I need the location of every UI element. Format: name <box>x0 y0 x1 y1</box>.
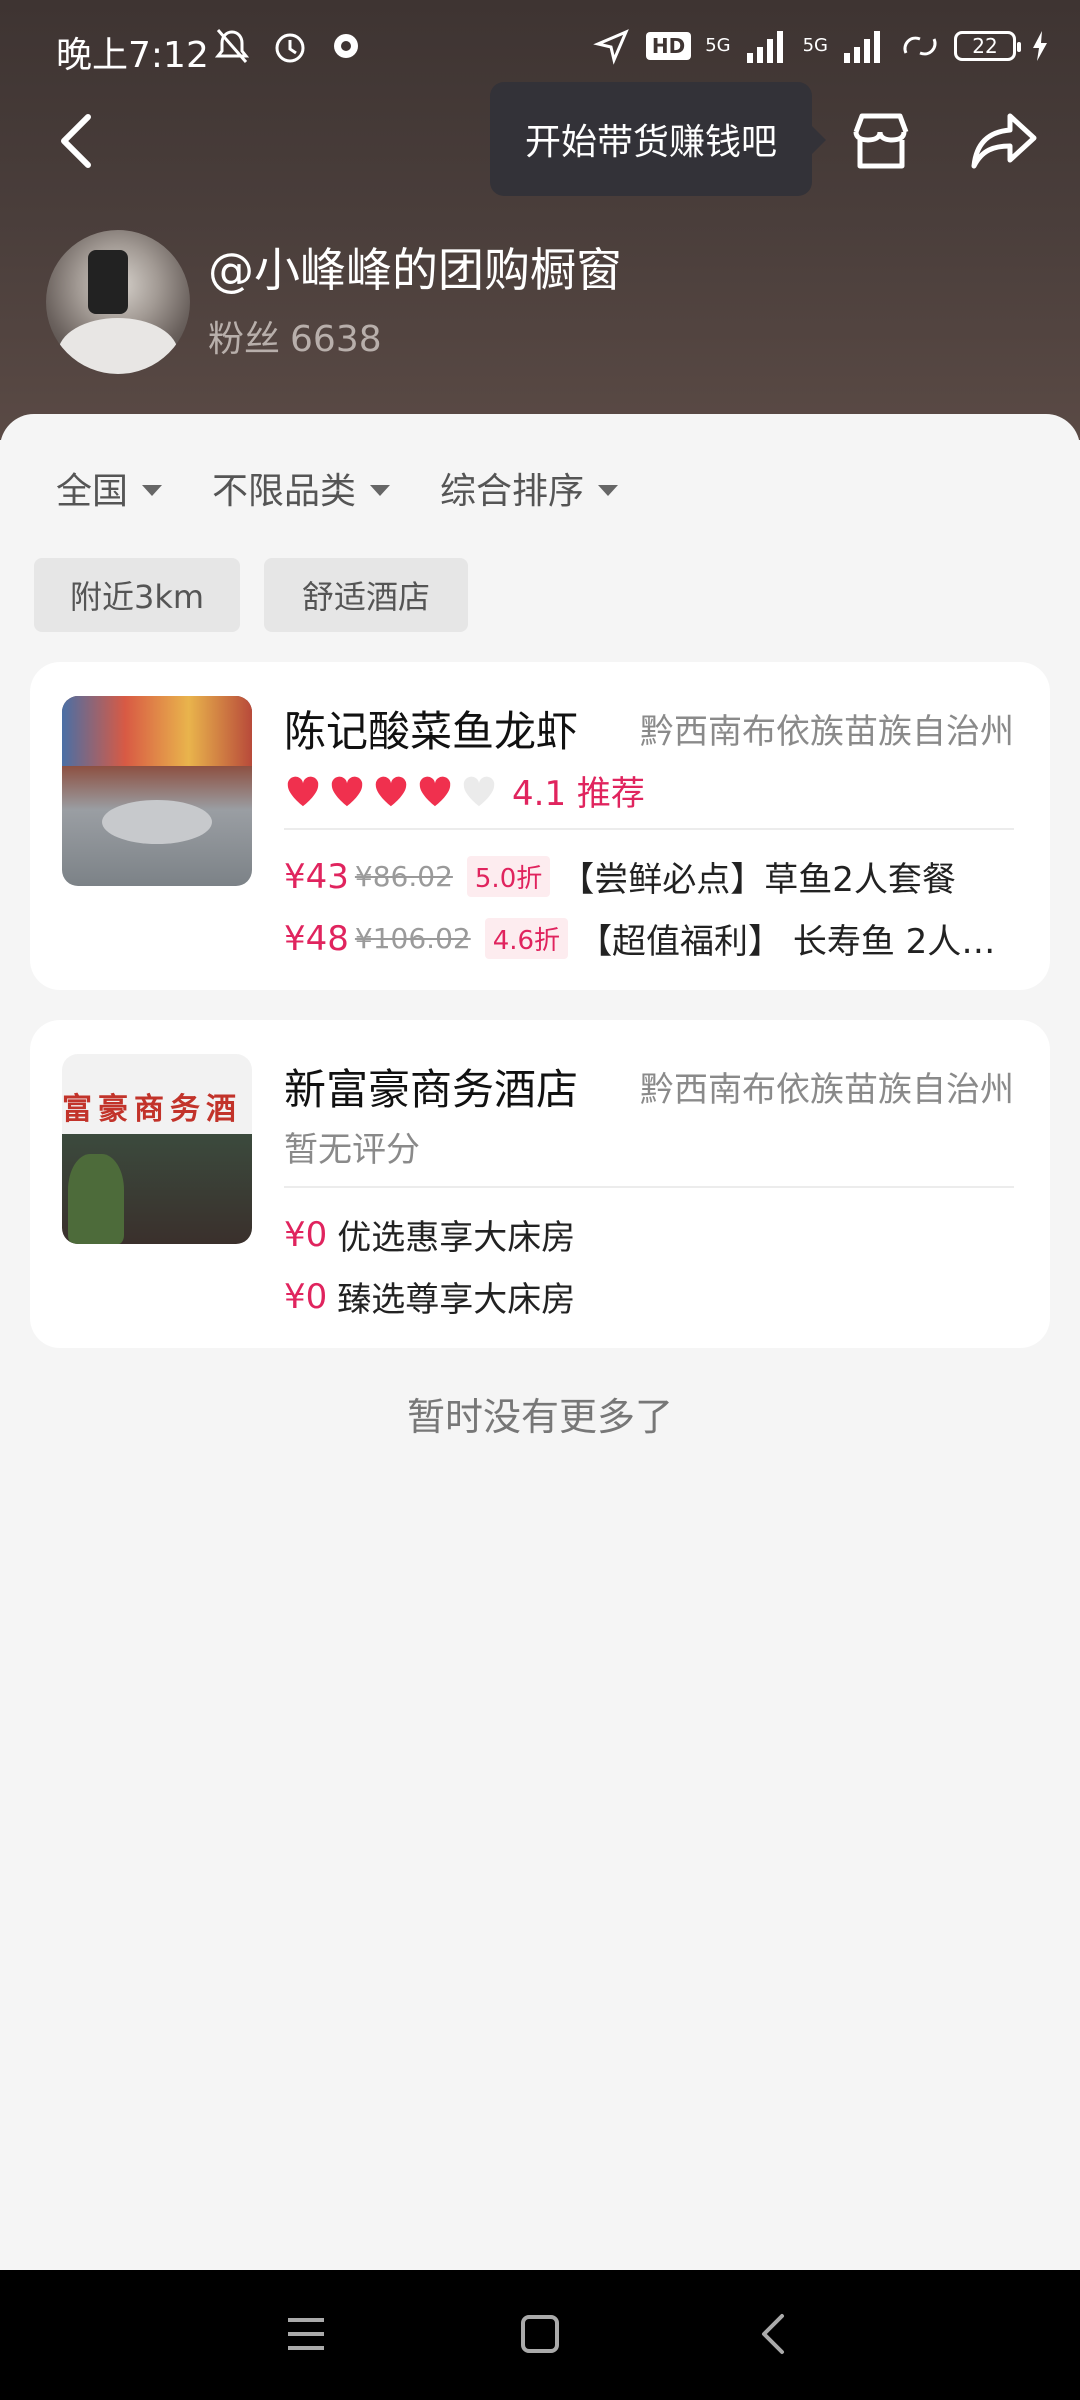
deal-discount-badge: 5.0折 <box>466 856 551 897</box>
deal-title: 臻选尊享大床房 <box>337 1280 576 1320</box>
shop-region: 黔西南布依族苗族自治州 <box>640 712 1014 752</box>
deal-price: ¥0 <box>284 1276 328 1317</box>
heart-empty-icon <box>463 776 495 806</box>
share-icon[interactable] <box>970 110 1040 172</box>
tooltip-text: 开始带货赚钱吧 <box>524 122 777 163</box>
charging-icon <box>1033 31 1047 61</box>
deal-price: ¥0 <box>284 1214 328 1255</box>
system-nav-bar <box>0 2270 1080 2400</box>
deal-original-price: ¥86.02 <box>354 860 453 893</box>
signal-5g-label-2: 5G <box>802 35 828 56</box>
fans-label: 粉丝 <box>208 319 281 360</box>
shop-image[interactable] <box>62 696 252 886</box>
hd-icon: HD <box>645 32 692 60</box>
card-divider <box>284 1186 1014 1188</box>
sort-filter-label: 综合排序 <box>440 471 585 512</box>
filter-row: 全国 不限品类 综合排序 <box>56 462 619 514</box>
deal-row[interactable]: ¥0 优选惠享大床房 <box>284 1210 1014 1259</box>
store-icon[interactable] <box>848 108 914 174</box>
category-filter-label: 不限品类 <box>212 471 357 512</box>
settings-icon <box>334 34 358 58</box>
deal-title: 【尝鲜必点】草鱼2人套餐 <box>560 860 956 900</box>
heart-filled-icon <box>331 776 363 806</box>
signal-5g-label: 5G <box>705 35 731 56</box>
profile-header: 晚上7:12 HD 5G 5G 22 开始带货赚钱吧 @小峰峰的团购橱窗 粉丝 6… <box>0 0 1080 440</box>
deal-price: ¥43 <box>284 856 349 897</box>
deal-row[interactable]: ¥43 ¥86.02 5.0折 【尝鲜必点】草鱼2人套餐 <box>284 852 1014 901</box>
deal-price: ¥48 <box>284 918 349 959</box>
heart-filled-icon <box>419 776 451 806</box>
link-icon <box>903 36 937 56</box>
mute-icon <box>214 29 250 63</box>
region-filter-label: 全国 <box>56 471 129 512</box>
shop-image-sign: 富豪商务酒 <box>62 1092 242 1127</box>
deal-discount-badge: 4.6折 <box>484 918 569 959</box>
fans-number: 6638 <box>290 319 382 360</box>
end-of-list-text: 暂时没有更多了 <box>406 1395 673 1439</box>
shop-card[interactable]: 陈记酸菜鱼龙虾 黔西南布依族苗族自治州 4.1 推荐 ¥43 ¥86.02 5.… <box>30 662 1050 990</box>
shop-region: 黔西南布依族苗族自治州 <box>640 1070 1014 1110</box>
status-time: 晚上7:12 <box>56 35 209 76</box>
rating-row: 4.1 推荐 <box>284 766 645 815</box>
home-icon[interactable] <box>510 2304 570 2364</box>
chip-hotel[interactable]: 舒适酒店 <box>264 558 468 632</box>
deal-title: 【超值福利】 长寿鱼 2人套餐 <box>578 922 1014 962</box>
no-rating-text: 暂无评分 <box>284 1130 420 1170</box>
menu-icon[interactable] <box>276 2304 336 2364</box>
chip-nearby[interactable]: 附近3km <box>34 558 240 632</box>
alarm-icon <box>275 33 305 63</box>
category-filter[interactable]: 不限品类 <box>212 462 391 514</box>
fans-count: 粉丝 6638 <box>208 310 382 362</box>
deal-original-price: ¥106.02 <box>354 922 471 955</box>
shop-name: 新富豪商务酒店 <box>284 1065 579 1114</box>
earn-money-tooltip[interactable]: 开始带货赚钱吧 <box>490 82 826 196</box>
dropdown-arrow-icon <box>598 484 619 496</box>
deal-title: 优选惠享大床房 <box>337 1218 576 1258</box>
back-nav-icon[interactable] <box>744 2304 804 2364</box>
card-divider <box>284 828 1014 830</box>
location-icon <box>593 29 629 65</box>
heart-filled-icon <box>287 776 319 806</box>
battery-icon: 22 <box>954 31 1021 61</box>
dropdown-arrow-icon <box>142 484 163 496</box>
shop-name: 陈记酸菜鱼龙虾 <box>284 707 579 756</box>
shop-card[interactable]: 富豪商务酒 新富豪商务酒店 黔西南布依族苗族自治州 暂无评分 ¥0 优选惠享大床… <box>30 1020 1050 1348</box>
deal-row[interactable]: ¥48 ¥106.02 4.6折 【超值福利】 长寿鱼 2人套餐 <box>284 914 1014 963</box>
avatar[interactable] <box>46 230 190 374</box>
rating-text: 4.1 推荐 <box>512 774 645 814</box>
sort-filter[interactable]: 综合排序 <box>440 462 619 514</box>
shop-image[interactable]: 富豪商务酒 <box>62 1054 252 1244</box>
signal-icon-2 <box>844 31 880 63</box>
profile-name: @小峰峰的团购橱窗 <box>208 243 622 297</box>
deal-row[interactable]: ¥0 臻选尊享大床房 <box>284 1272 1014 1321</box>
heart-filled-icon <box>375 776 407 806</box>
signal-icon <box>746 31 783 63</box>
dropdown-arrow-icon <box>370 484 391 496</box>
region-filter[interactable]: 全国 <box>56 462 163 514</box>
back-button[interactable] <box>50 105 110 175</box>
